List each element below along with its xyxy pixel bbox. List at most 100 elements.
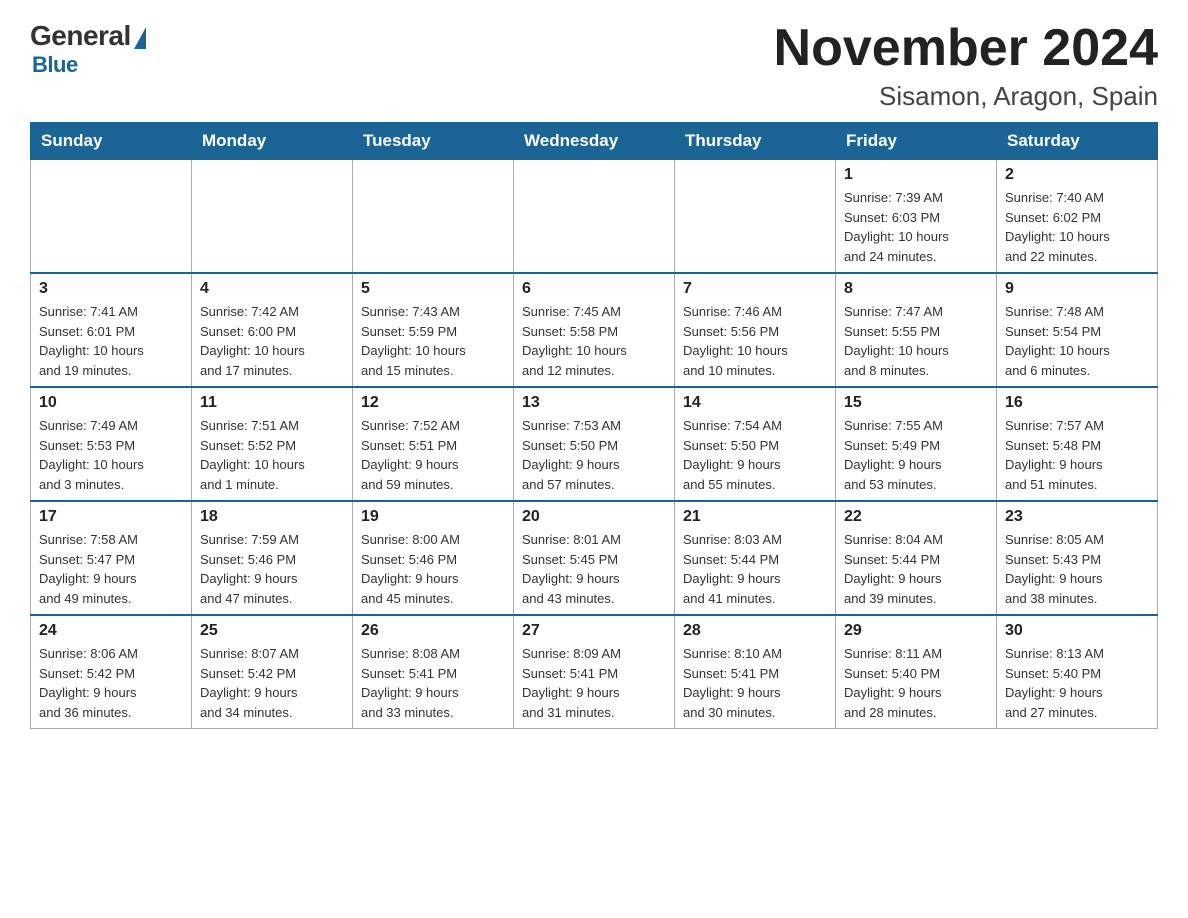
- day-number: 13: [522, 394, 666, 412]
- logo: General Blue: [30, 20, 146, 78]
- day-info: Sunrise: 7:53 AM Sunset: 5:50 PM Dayligh…: [522, 416, 666, 494]
- day-info: Sunrise: 7:39 AM Sunset: 6:03 PM Dayligh…: [844, 188, 988, 266]
- day-number: 18: [200, 508, 344, 526]
- day-number: 10: [39, 394, 183, 412]
- day-number: 20: [522, 508, 666, 526]
- day-number: 25: [200, 622, 344, 640]
- table-row: 12Sunrise: 7:52 AM Sunset: 5:51 PM Dayli…: [353, 387, 514, 501]
- day-number: 6: [522, 280, 666, 298]
- logo-blue-text: Blue: [32, 52, 78, 78]
- day-number: 26: [361, 622, 505, 640]
- calendar-week-row: 10Sunrise: 7:49 AM Sunset: 5:53 PM Dayli…: [31, 387, 1158, 501]
- table-row: 29 Sunrise: 8:11 AM Sunset: 5:40 PM Dayli…: [836, 615, 997, 729]
- table-row: 24 Sunrise: 8:06 AM Sunset: 5:42 PM Dayli…: [31, 615, 192, 729]
- month-title: November 2024: [774, 20, 1158, 77]
- day-number: 19: [361, 508, 505, 526]
- day-info: Sunrise: 8:04 AM Sunset: 5:44 PM Dayligh…: [844, 530, 988, 608]
- day-number: 22: [844, 508, 988, 526]
- day-info: Sunrise: 8:07 AM Sunset: 5:42 PM Dayligh…: [200, 644, 344, 722]
- table-row: [514, 160, 675, 274]
- col-friday: Friday: [836, 123, 997, 160]
- table-row: 5Sunrise: 7:43 AM Sunset: 5:59 PM Daylig…: [353, 273, 514, 387]
- day-info: Sunrise: 8:08 AM Sunset: 5:41 PM Dayligh…: [361, 644, 505, 722]
- day-info: Sunrise: 7:45 AM Sunset: 5:58 PM Dayligh…: [522, 302, 666, 380]
- table-row: 28 Sunrise: 8:10 AM Sunset: 5:41 PM Dayli…: [675, 615, 836, 729]
- day-info: Sunrise: 8:06 AM Sunset: 5:42 PM Dayligh…: [39, 644, 183, 722]
- logo-triangle-icon: [134, 27, 146, 49]
- table-row: 13 Sunrise: 7:53 AM Sunset: 5:50 PM Dayli…: [514, 387, 675, 501]
- table-row: 6 Sunrise: 7:45 AM Sunset: 5:58 PM Daylig…: [514, 273, 675, 387]
- day-info: Sunrise: 7:57 AM Sunset: 5:48 PM Dayligh…: [1005, 416, 1149, 494]
- day-number: 11: [200, 394, 344, 412]
- col-sunday: Sunday: [31, 123, 192, 160]
- table-row: 15 Sunrise: 7:55 AM Sunset: 5:49 PM Dayli…: [836, 387, 997, 501]
- calendar-week-row: 24 Sunrise: 8:06 AM Sunset: 5:42 PM Dayli…: [31, 615, 1158, 729]
- calendar-table: Sunday Monday Tuesday Wednesday Thursday…: [30, 122, 1158, 729]
- table-row: 1 Sunrise: 7:39 AM Sunset: 6:03 PM Daylig…: [836, 160, 997, 274]
- table-row: 17Sunrise: 7:58 AM Sunset: 5:47 PM Dayli…: [31, 501, 192, 615]
- day-number: 24: [39, 622, 183, 640]
- day-number: 4: [200, 280, 344, 298]
- day-number: 2: [1005, 166, 1149, 184]
- day-number: 29: [844, 622, 988, 640]
- day-number: 7: [683, 280, 827, 298]
- table-row: 2 Sunrise: 7:40 AM Sunset: 6:02 PM Daylig…: [997, 160, 1158, 274]
- day-number: 15: [844, 394, 988, 412]
- location-title: Sisamon, Aragon, Spain: [774, 81, 1158, 112]
- day-number: 16: [1005, 394, 1149, 412]
- logo-general-text: General: [30, 20, 131, 52]
- title-area: November 2024 Sisamon, Aragon, Spain: [774, 20, 1158, 112]
- col-thursday: Thursday: [675, 123, 836, 160]
- day-info: Sunrise: 7:46 AM Sunset: 5:56 PM Dayligh…: [683, 302, 827, 380]
- day-info: Sunrise: 8:11 AM Sunset: 5:40 PM Dayligh…: [844, 644, 988, 722]
- table-row: 4 Sunrise: 7:42 AM Sunset: 6:00 PM Daylig…: [192, 273, 353, 387]
- day-info: Sunrise: 7:48 AM Sunset: 5:54 PM Dayligh…: [1005, 302, 1149, 380]
- table-row: [192, 160, 353, 274]
- table-row: 11 Sunrise: 7:51 AM Sunset: 5:52 PM Dayli…: [192, 387, 353, 501]
- page-header: General Blue November 2024 Sisamon, Arag…: [30, 20, 1158, 112]
- table-row: 27 Sunrise: 8:09 AM Sunset: 5:41 PM Dayli…: [514, 615, 675, 729]
- day-info: Sunrise: 7:55 AM Sunset: 5:49 PM Dayligh…: [844, 416, 988, 494]
- table-row: 8 Sunrise: 7:47 AM Sunset: 5:55 PM Daylig…: [836, 273, 997, 387]
- calendar-header-row: Sunday Monday Tuesday Wednesday Thursday…: [31, 123, 1158, 160]
- table-row: 20 Sunrise: 8:01 AM Sunset: 5:45 PM Dayli…: [514, 501, 675, 615]
- col-saturday: Saturday: [997, 123, 1158, 160]
- table-row: [675, 160, 836, 274]
- day-number: 30: [1005, 622, 1149, 640]
- day-info: Sunrise: 8:03 AM Sunset: 5:44 PM Dayligh…: [683, 530, 827, 608]
- day-number: 28: [683, 622, 827, 640]
- day-info: Sunrise: 7:51 AM Sunset: 5:52 PM Dayligh…: [200, 416, 344, 494]
- day-number: 3: [39, 280, 183, 298]
- table-row: [31, 160, 192, 274]
- day-info: Sunrise: 7:42 AM Sunset: 6:00 PM Dayligh…: [200, 302, 344, 380]
- day-number: 9: [1005, 280, 1149, 298]
- day-number: 8: [844, 280, 988, 298]
- day-info: Sunrise: 7:47 AM Sunset: 5:55 PM Dayligh…: [844, 302, 988, 380]
- day-number: 27: [522, 622, 666, 640]
- table-row: 7 Sunrise: 7:46 AM Sunset: 5:56 PM Daylig…: [675, 273, 836, 387]
- table-row: 23Sunrise: 8:05 AM Sunset: 5:43 PM Dayli…: [997, 501, 1158, 615]
- table-row: 16 Sunrise: 7:57 AM Sunset: 5:48 PM Dayli…: [997, 387, 1158, 501]
- table-row: 19 Sunrise: 8:00 AM Sunset: 5:46 PM Dayli…: [353, 501, 514, 615]
- table-row: 10Sunrise: 7:49 AM Sunset: 5:53 PM Dayli…: [31, 387, 192, 501]
- day-number: 17: [39, 508, 183, 526]
- day-info: Sunrise: 7:41 AM Sunset: 6:01 PM Dayligh…: [39, 302, 183, 380]
- day-info: Sunrise: 8:13 AM Sunset: 5:40 PM Dayligh…: [1005, 644, 1149, 722]
- day-info: Sunrise: 8:00 AM Sunset: 5:46 PM Dayligh…: [361, 530, 505, 608]
- day-number: 5: [361, 280, 505, 298]
- table-row: 3 Sunrise: 7:41 AM Sunset: 6:01 PM Daylig…: [31, 273, 192, 387]
- day-info: Sunrise: 8:09 AM Sunset: 5:41 PM Dayligh…: [522, 644, 666, 722]
- day-info: Sunrise: 7:52 AM Sunset: 5:51 PM Dayligh…: [361, 416, 505, 494]
- table-row: 18 Sunrise: 7:59 AM Sunset: 5:46 PM Dayli…: [192, 501, 353, 615]
- col-monday: Monday: [192, 123, 353, 160]
- table-row: 14Sunrise: 7:54 AM Sunset: 5:50 PM Dayli…: [675, 387, 836, 501]
- day-info: Sunrise: 8:01 AM Sunset: 5:45 PM Dayligh…: [522, 530, 666, 608]
- day-info: Sunrise: 8:10 AM Sunset: 5:41 PM Dayligh…: [683, 644, 827, 722]
- day-info: Sunrise: 7:40 AM Sunset: 6:02 PM Dayligh…: [1005, 188, 1149, 266]
- day-info: Sunrise: 8:05 AM Sunset: 5:43 PM Dayligh…: [1005, 530, 1149, 608]
- calendar-week-row: 17Sunrise: 7:58 AM Sunset: 5:47 PM Dayli…: [31, 501, 1158, 615]
- table-row: 30 Sunrise: 8:13 AM Sunset: 5:40 PM Dayli…: [997, 615, 1158, 729]
- table-row: 9 Sunrise: 7:48 AM Sunset: 5:54 PM Daylig…: [997, 273, 1158, 387]
- day-number: 1: [844, 166, 988, 184]
- day-info: Sunrise: 7:59 AM Sunset: 5:46 PM Dayligh…: [200, 530, 344, 608]
